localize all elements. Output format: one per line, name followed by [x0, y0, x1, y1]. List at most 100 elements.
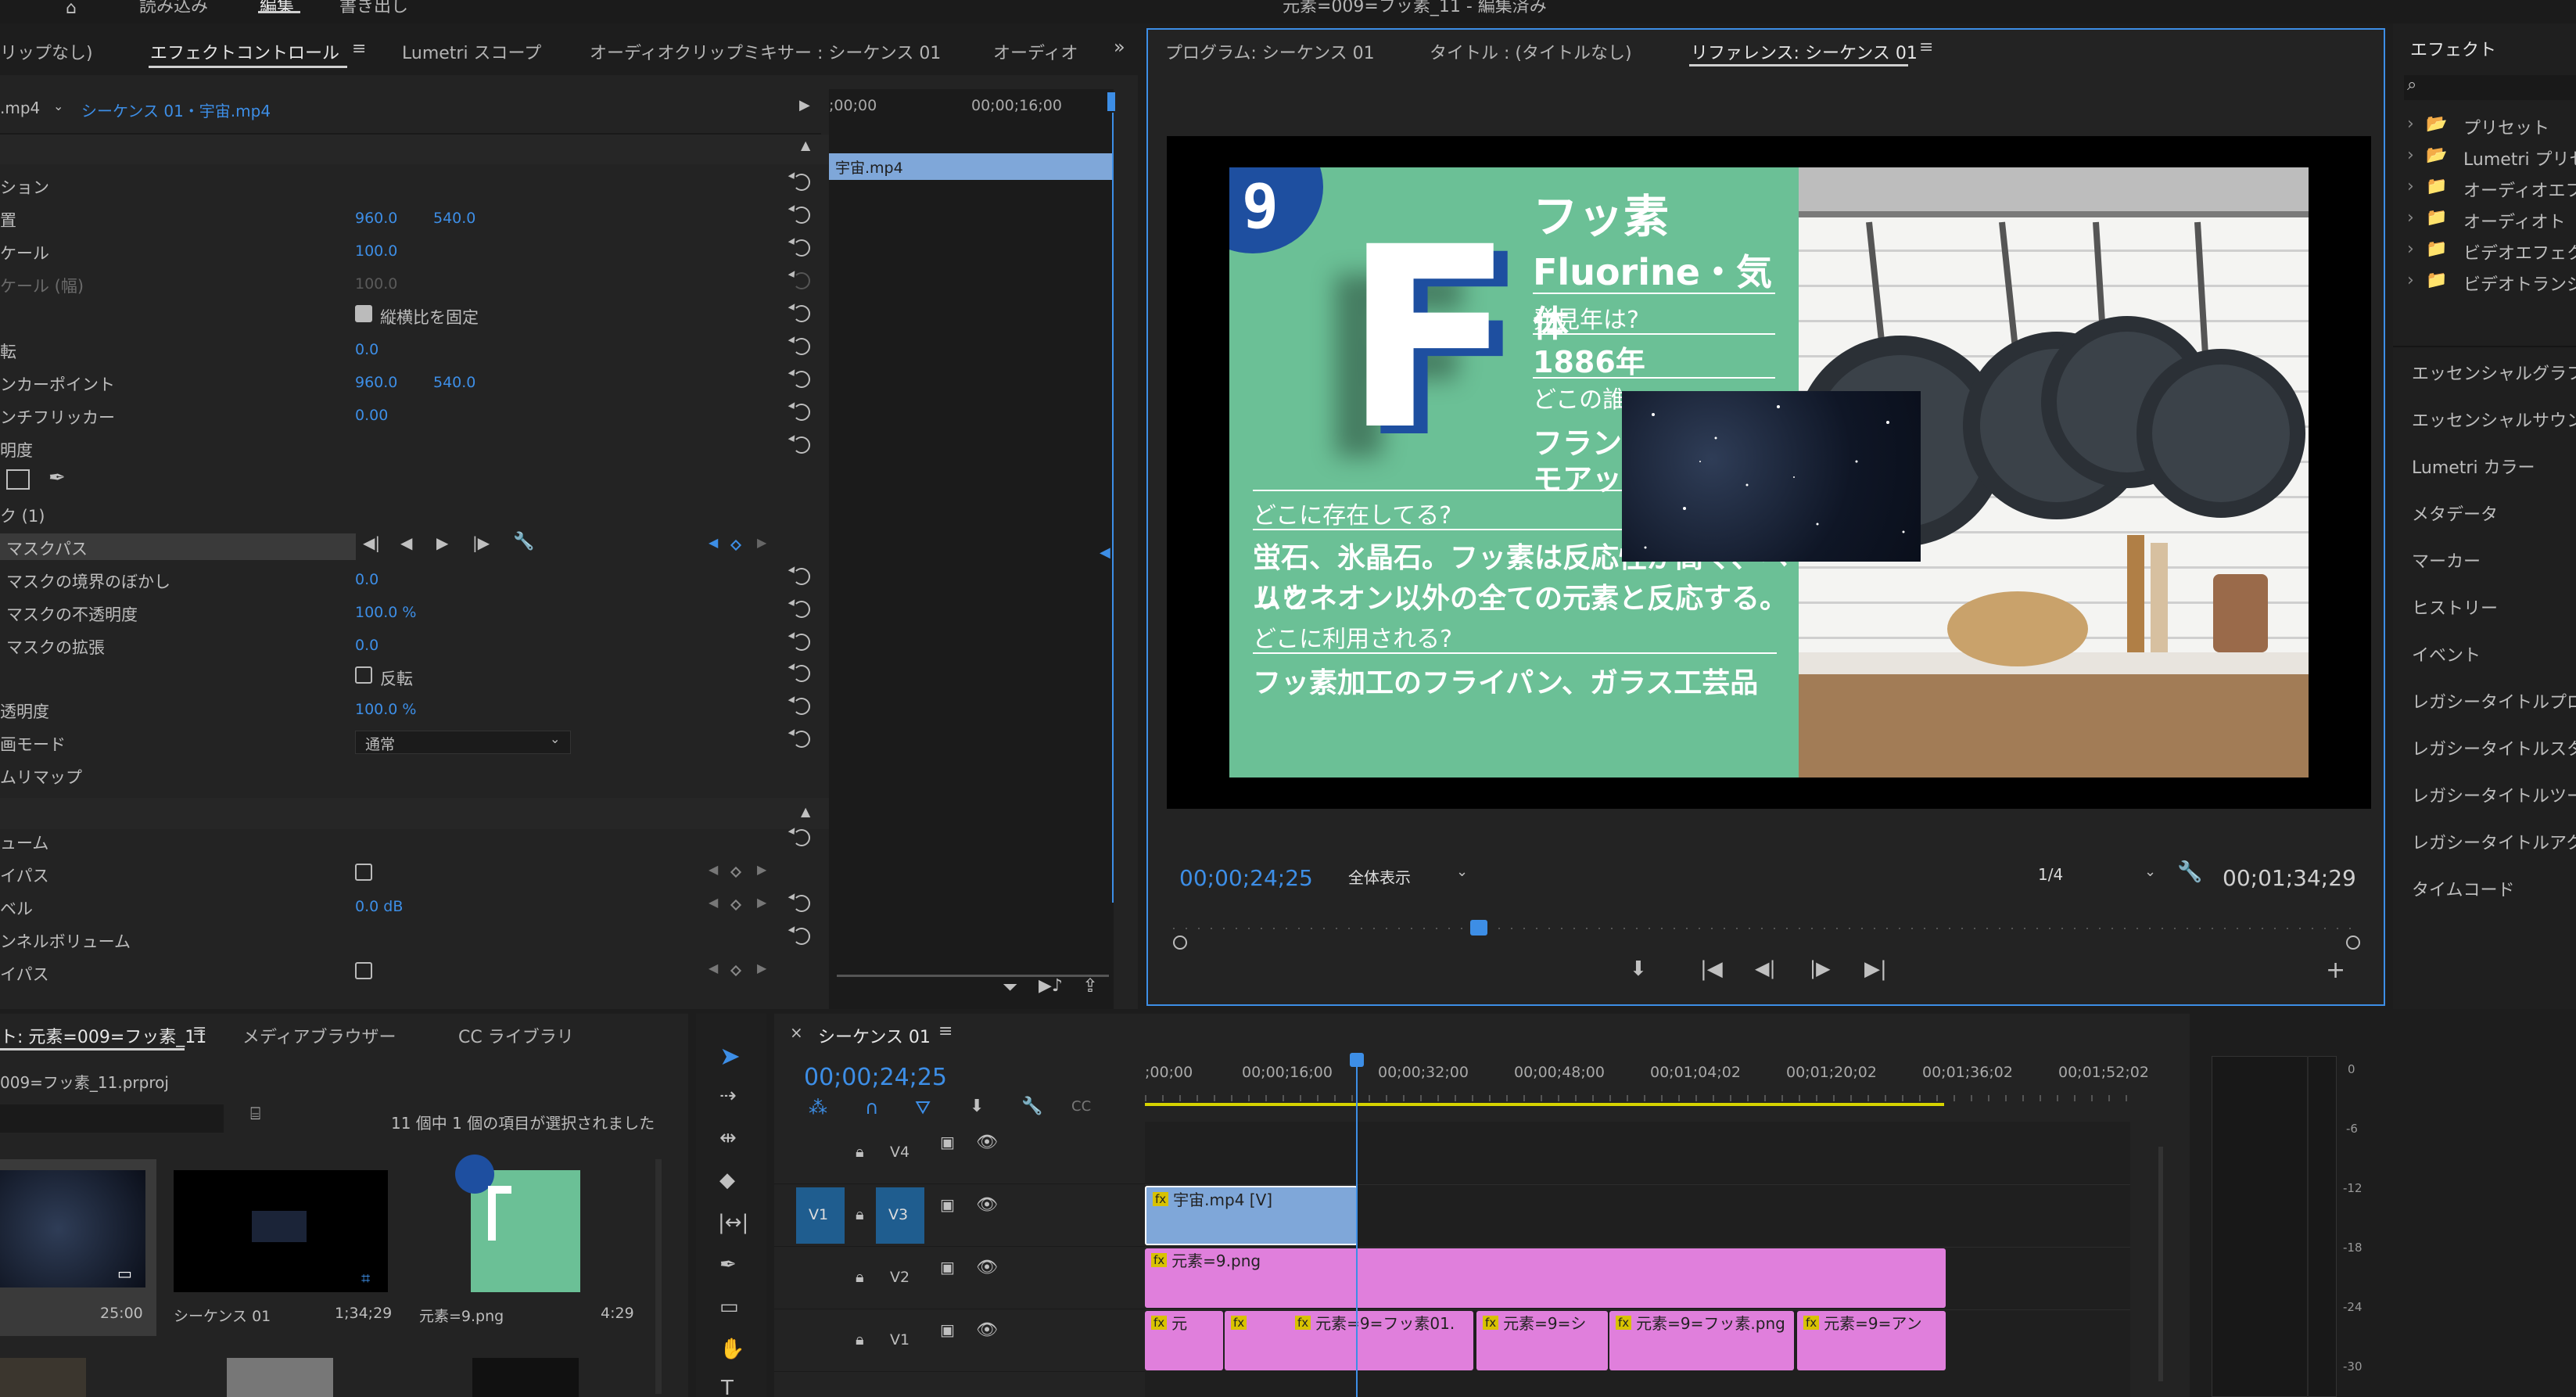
track-mask-next-icon[interactable]: |▶ [472, 535, 490, 551]
bypass-checkbox[interactable] [355, 962, 372, 979]
add-marker-icon[interactable]: ⬇ [1630, 959, 1647, 979]
clip-v1[interactable]: fx 元 [1145, 1311, 1223, 1370]
selection-tool-icon[interactable]: ➤ [719, 1043, 741, 1068]
add-keyframe-icon[interactable] [730, 899, 742, 911]
space-overlay[interactable] [1622, 391, 1921, 562]
quality-select[interactable]: 1/4 ⌄ [2030, 862, 2166, 890]
reset-icon[interactable] [793, 634, 810, 651]
mini-timeline-scrollbar[interactable] [837, 975, 1109, 977]
reset-icon[interactable] [793, 239, 810, 257]
panel-legacy-title-properties[interactable]: レガシータイトルプロ [2412, 688, 2576, 713]
go-to-out-icon[interactable]: ▶| [1864, 959, 1887, 979]
scale-value[interactable]: 100.0 [355, 242, 397, 260]
panel-legacy-title-styles[interactable]: レガシータイトルスタ [2412, 735, 2576, 760]
reset-icon[interactable] [793, 404, 810, 421]
lock-icon[interactable]: 🔒︎ [856, 1144, 864, 1159]
lock-icon[interactable]: 🔒︎ [856, 1331, 864, 1347]
tab-title[interactable]: タイトル : (タイトルなし) [1430, 39, 1632, 64]
play-only-icon[interactable]: ▶ [799, 99, 810, 113]
sequence-clip-label[interactable]: シーケンス 01・宇宙.mp4 [81, 99, 271, 121]
reset-icon[interactable] [793, 338, 810, 355]
new-search-bin-icon[interactable]: ⌸ [250, 1106, 260, 1123]
project-item-tile[interactable]: ⌗ シーケンス 01 1;34;29 [174, 1170, 392, 1336]
tab-audio[interactable]: オーディオ [993, 39, 1078, 64]
wrench-icon[interactable]: 🔧 [1021, 1098, 1042, 1115]
inverted-checkbox[interactable] [355, 666, 372, 684]
rectangle-tool-icon[interactable]: ▭ [719, 1297, 739, 1317]
track-mask-prev-frame-icon[interactable]: ◀ [400, 535, 412, 551]
keyframe-marker-icon[interactable]: ◀ [1100, 546, 1110, 560]
next-keyframe-icon[interactable]: ▶ [757, 962, 766, 975]
workspace-tab-export[interactable]: 書き出し [339, 0, 408, 17]
wrench-icon[interactable]: 🔧 [2177, 862, 2202, 882]
scrubber[interactable] [1173, 920, 2362, 950]
tab-source[interactable]: リップなし) [0, 39, 93, 64]
tab-reference[interactable]: リファレンス: シーケンス 01 [1691, 39, 1918, 64]
bypass-checkbox[interactable] [355, 864, 372, 881]
pen-mask-icon[interactable]: ✒ [48, 468, 66, 488]
export-icon[interactable]: ⇪ [1082, 976, 1098, 995]
reset-icon[interactable] [793, 928, 810, 945]
effects-search-input[interactable]: ⌕ [2404, 75, 2576, 100]
panel-menu-icon[interactable]: ≡ [192, 1023, 206, 1040]
level-value[interactable]: 0.0 dB [355, 898, 403, 915]
track-target-v3[interactable]: V3 [876, 1187, 924, 1244]
rotation-value[interactable]: 0.0 [355, 341, 379, 358]
sync-lock-icon[interactable]: ▣ [940, 1259, 955, 1275]
panel-history[interactable]: ヒストリー [2412, 594, 2498, 619]
linked-selection-icon[interactable]: ⛛ [915, 1098, 931, 1117]
eye-icon[interactable]: 👁︎ [976, 1134, 998, 1151]
position-x-value[interactable]: 960.0 [355, 210, 397, 227]
type-tool-icon[interactable]: T [721, 1378, 734, 1397]
panel-essential-graphics[interactable]: エッセンシャルグラフ [2412, 360, 2576, 385]
panel-legacy-title-tools[interactable]: レガシータイトルツー [2412, 782, 2576, 807]
project-scrollbar[interactable] [655, 1159, 662, 1394]
tab-program[interactable]: プログラム: シーケンス 01 [1165, 39, 1375, 64]
project-item-tile[interactable]: ▭ 25:00 [0, 1159, 156, 1336]
mask-expansion-value[interactable]: 0.0 [355, 637, 379, 654]
playhead-handle[interactable] [1350, 1053, 1364, 1067]
reset-icon[interactable] [793, 371, 810, 388]
prev-keyframe-icon[interactable]: ◀ [709, 896, 718, 909]
tab-cc-libraries[interactable]: CC ライブラリ [458, 1023, 574, 1048]
mask-opacity-value[interactable]: 100.0 % [355, 604, 417, 621]
panel-menu-icon[interactable]: ≡ [352, 41, 366, 58]
position-y-value[interactable]: 540.0 [433, 210, 475, 227]
prev-keyframe-icon[interactable]: ◀ [709, 864, 718, 876]
pen-tool-icon[interactable]: ✒ [719, 1255, 737, 1275]
prev-keyframe-icon[interactable]: ◀ [709, 537, 718, 549]
reset-icon[interactable] [793, 305, 810, 322]
reset-icon[interactable] [793, 206, 810, 224]
reset-icon[interactable] [793, 436, 810, 454]
add-keyframe-icon[interactable] [730, 964, 742, 977]
prev-keyframe-icon[interactable]: ◀ [709, 962, 718, 975]
clip-v1[interactable]: fx 元素=9=フッ素01. [1289, 1311, 1473, 1370]
reset-icon[interactable] [793, 698, 810, 715]
home-icon[interactable]: ⌂ [66, 0, 77, 17]
anchor-y-value[interactable]: 540.0 [433, 374, 475, 391]
clip-v1[interactable]: fx 元素=9=シ [1476, 1311, 1608, 1370]
tab-lumetri-scopes[interactable]: Lumetri スコープ [402, 39, 541, 64]
timeline-timecode[interactable]: 00;00;24;25 [804, 1064, 947, 1091]
reset-icon[interactable] [793, 568, 810, 585]
sync-lock-icon[interactable]: ▣ [940, 1197, 955, 1212]
clip-space-video[interactable]: fx 宇宙.mp4 [V] [1145, 1186, 1358, 1245]
add-keyframe-icon[interactable] [730, 539, 742, 551]
clip-v1[interactable]: fx 元素=9=アン [1797, 1311, 1946, 1370]
fit-select[interactable]: 全体表示 ⌄ [1342, 862, 1478, 890]
tab-media-browser[interactable]: メディアブラウザー [242, 1023, 396, 1048]
panel-markers[interactable]: マーカー [2412, 548, 2481, 573]
scrubber-playhead[interactable] [1470, 920, 1487, 936]
razor-tool-icon[interactable]: ◆ [719, 1170, 735, 1191]
step-forward-icon[interactable]: |▶ [1810, 959, 1831, 978]
mask-feather-value[interactable]: 0.0 [355, 571, 379, 588]
panel-timecode[interactable]: タイムコード [2412, 876, 2515, 901]
panel-events[interactable]: イベント [2412, 641, 2481, 666]
next-keyframe-icon[interactable]: ▶ [757, 864, 766, 876]
more-tabs-icon[interactable]: » [1114, 38, 1125, 56]
mini-clip[interactable]: 宇宙.mp4 [829, 153, 1114, 180]
work-area-bar[interactable] [1145, 1103, 1944, 1106]
next-keyframe-icon[interactable]: ▶ [757, 537, 766, 549]
project-search-input[interactable] [0, 1104, 224, 1133]
tab-effect-controls[interactable]: エフェクトコントロール [150, 39, 339, 64]
